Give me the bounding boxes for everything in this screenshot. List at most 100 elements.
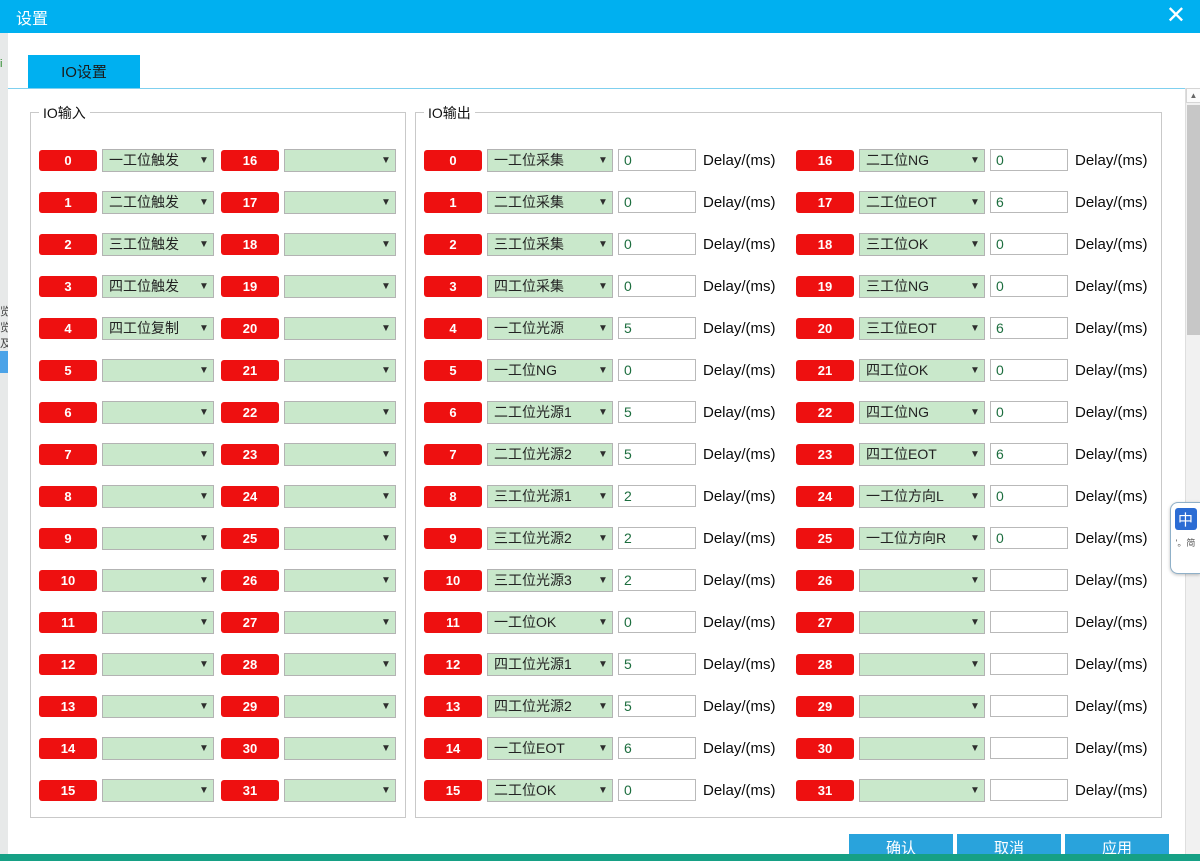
- tab-io-settings[interactable]: IO设置: [28, 55, 140, 88]
- delay-input[interactable]: [618, 779, 696, 801]
- delay-input[interactable]: [618, 359, 696, 381]
- io-input-select[interactable]: ▼: [102, 611, 214, 634]
- delay-input[interactable]: [990, 569, 1068, 591]
- delay-input[interactable]: [618, 149, 696, 171]
- io-output-select[interactable]: 三工位光源1▼: [487, 485, 613, 508]
- io-output-select[interactable]: 三工位OK▼: [859, 233, 985, 256]
- delay-input[interactable]: [618, 737, 696, 759]
- io-input-select[interactable]: 三工位触发▼: [102, 233, 214, 256]
- delay-input[interactable]: [618, 527, 696, 549]
- delay-input[interactable]: [618, 191, 696, 213]
- io-output-select[interactable]: 四工位EOT▼: [859, 443, 985, 466]
- io-output-select[interactable]: 四工位OK▼: [859, 359, 985, 382]
- io-input-select[interactable]: ▼: [102, 569, 214, 592]
- io-input-select[interactable]: ▼: [284, 779, 396, 802]
- delay-input[interactable]: [990, 149, 1068, 171]
- io-input-select[interactable]: ▼: [284, 359, 396, 382]
- delay-input[interactable]: [990, 527, 1068, 549]
- io-input-select[interactable]: ▼: [284, 653, 396, 676]
- io-output-select[interactable]: 一工位NG▼: [487, 359, 613, 382]
- io-output-select[interactable]: 一工位OK▼: [487, 611, 613, 634]
- io-input-select[interactable]: 四工位复制▼: [102, 317, 214, 340]
- io-input-select[interactable]: 四工位触发▼: [102, 275, 214, 298]
- delay-input[interactable]: [618, 569, 696, 591]
- io-output-select[interactable]: 一工位采集▼: [487, 149, 613, 172]
- delay-input[interactable]: [618, 275, 696, 297]
- io-input-select[interactable]: ▼: [284, 401, 396, 424]
- io-output-select[interactable]: 二工位EOT▼: [859, 191, 985, 214]
- io-input-select[interactable]: ▼: [284, 149, 396, 172]
- delay-input[interactable]: [618, 485, 696, 507]
- io-output-select[interactable]: 三工位光源2▼: [487, 527, 613, 550]
- io-input-select[interactable]: ▼: [284, 233, 396, 256]
- io-output-select[interactable]: 一工位光源▼: [487, 317, 613, 340]
- io-input-select[interactable]: 一工位触发▼: [102, 149, 214, 172]
- delay-input[interactable]: [990, 695, 1068, 717]
- io-input-select[interactable]: 二工位触发▼: [102, 191, 214, 214]
- delay-input[interactable]: [990, 233, 1068, 255]
- io-input-select[interactable]: ▼: [102, 443, 214, 466]
- io-input-select[interactable]: ▼: [102, 653, 214, 676]
- io-output-select[interactable]: 四工位NG▼: [859, 401, 985, 424]
- io-output-select[interactable]: ▼: [859, 569, 985, 592]
- delay-input[interactable]: [990, 443, 1068, 465]
- io-input-select[interactable]: ▼: [102, 359, 214, 382]
- io-input-select[interactable]: ▼: [284, 527, 396, 550]
- io-input-select[interactable]: ▼: [102, 695, 214, 718]
- delay-input[interactable]: [990, 779, 1068, 801]
- delay-input[interactable]: [618, 233, 696, 255]
- io-input-select[interactable]: ▼: [284, 485, 396, 508]
- delay-input[interactable]: [618, 443, 696, 465]
- io-input-select[interactable]: ▼: [284, 275, 396, 298]
- vertical-scrollbar[interactable]: ▲: [1185, 88, 1200, 854]
- io-input-select[interactable]: ▼: [284, 317, 396, 340]
- io-output-select[interactable]: ▼: [859, 695, 985, 718]
- io-input-select[interactable]: ▼: [102, 737, 214, 760]
- io-input-select[interactable]: ▼: [284, 695, 396, 718]
- io-output-select[interactable]: ▼: [859, 737, 985, 760]
- io-output-select[interactable]: 三工位采集▼: [487, 233, 613, 256]
- io-output-select[interactable]: 二工位光源2▼: [487, 443, 613, 466]
- io-output-select[interactable]: 三工位光源3▼: [487, 569, 613, 592]
- io-input-select[interactable]: ▼: [284, 569, 396, 592]
- delay-input[interactable]: [990, 485, 1068, 507]
- delay-input[interactable]: [618, 611, 696, 633]
- io-output-select[interactable]: 三工位NG▼: [859, 275, 985, 298]
- io-output-select[interactable]: 二工位采集▼: [487, 191, 613, 214]
- scroll-up-icon[interactable]: ▲: [1186, 88, 1200, 103]
- io-input-select[interactable]: ▼: [102, 485, 214, 508]
- delay-input[interactable]: [990, 611, 1068, 633]
- io-output-select[interactable]: ▼: [859, 611, 985, 634]
- io-output-select[interactable]: 一工位EOT▼: [487, 737, 613, 760]
- delay-input[interactable]: [990, 275, 1068, 297]
- io-output-select[interactable]: 一工位方向R▼: [859, 527, 985, 550]
- io-output-select[interactable]: ▼: [859, 779, 985, 802]
- ime-badge[interactable]: 中 '。简: [1170, 502, 1200, 574]
- io-input-select[interactable]: ▼: [102, 401, 214, 424]
- io-output-select[interactable]: 二工位光源1▼: [487, 401, 613, 424]
- delay-input[interactable]: [618, 401, 696, 423]
- delay-input[interactable]: [618, 695, 696, 717]
- io-input-select[interactable]: ▼: [284, 443, 396, 466]
- io-output-select[interactable]: 二工位OK▼: [487, 779, 613, 802]
- delay-input[interactable]: [990, 359, 1068, 381]
- io-output-select[interactable]: 四工位光源2▼: [487, 695, 613, 718]
- io-output-select[interactable]: 四工位光源1▼: [487, 653, 613, 676]
- delay-input[interactable]: [990, 317, 1068, 339]
- delay-input[interactable]: [618, 317, 696, 339]
- io-output-select[interactable]: 三工位EOT▼: [859, 317, 985, 340]
- io-output-select[interactable]: 二工位NG▼: [859, 149, 985, 172]
- delay-input[interactable]: [990, 737, 1068, 759]
- scrollbar-thumb[interactable]: [1187, 105, 1200, 335]
- io-output-select[interactable]: 四工位采集▼: [487, 275, 613, 298]
- io-output-select[interactable]: 一工位方向L▼: [859, 485, 985, 508]
- delay-input[interactable]: [990, 401, 1068, 423]
- io-output-select[interactable]: ▼: [859, 653, 985, 676]
- io-input-select[interactable]: ▼: [102, 779, 214, 802]
- delay-input[interactable]: [990, 653, 1068, 675]
- close-icon[interactable]: ✕: [1166, 2, 1186, 30]
- delay-input[interactable]: [618, 653, 696, 675]
- io-input-select[interactable]: ▼: [284, 737, 396, 760]
- io-input-select[interactable]: ▼: [284, 191, 396, 214]
- io-input-select[interactable]: ▼: [284, 611, 396, 634]
